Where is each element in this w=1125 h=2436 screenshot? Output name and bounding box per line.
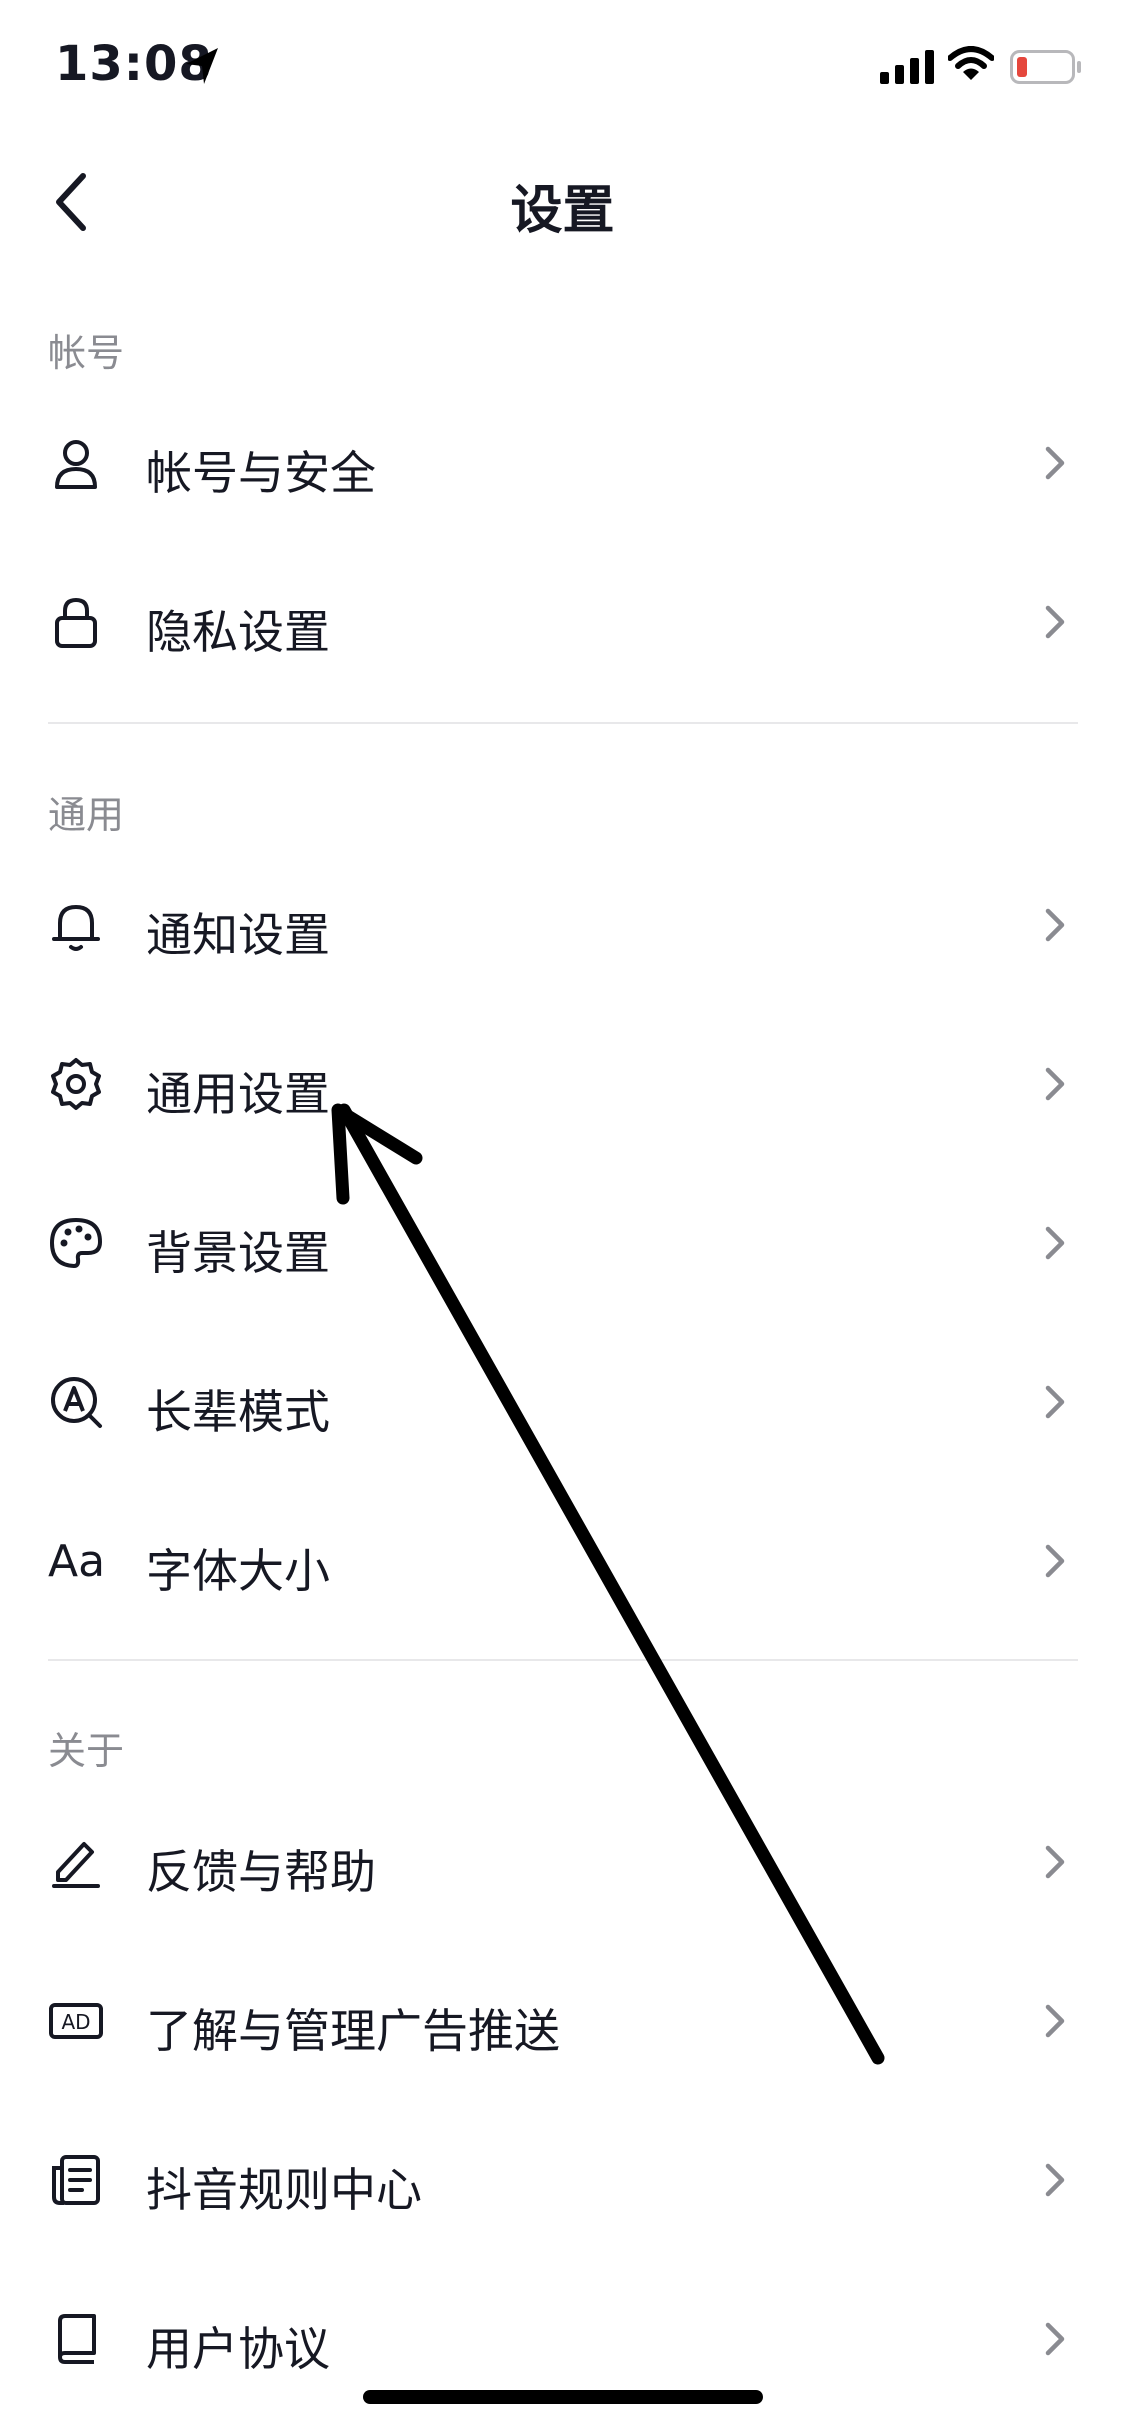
document-icon — [48, 2152, 104, 2208]
page-title: 设置 — [510, 181, 615, 241]
settings-item-label: 反馈与帮助 — [146, 1845, 376, 1899]
settings-item-label: 长辈模式 — [146, 1385, 330, 1439]
settings-item-background[interactable]: 背景设置 — [0, 1173, 1125, 1313]
settings-item-feedback[interactable]: 反馈与帮助 — [0, 1792, 1125, 1932]
chevron-right-icon — [1045, 908, 1065, 942]
book-icon — [48, 2311, 104, 2367]
settings-item-label: 背景设置 — [146, 1226, 330, 1280]
chevron-right-icon — [1045, 1385, 1065, 1419]
chevron-right-icon — [1045, 2163, 1065, 2197]
chevron-right-icon — [1045, 446, 1065, 480]
ad-icon: AD — [48, 1993, 104, 2049]
svg-text:AD: AD — [61, 2010, 90, 2034]
settings-item-label: 了解与管理广告推送 — [146, 2004, 560, 2058]
location-arrow-icon — [184, 46, 220, 90]
pencil-icon — [48, 1834, 104, 1890]
settings-item-ad-management[interactable]: AD 了解与管理广告推送 — [0, 1951, 1125, 2091]
settings-item-notifications[interactable]: 通知设置 — [0, 855, 1125, 995]
battery-low-icon — [1010, 50, 1082, 88]
elder-mode-icon — [48, 1374, 104, 1430]
settings-item-label: 通知设置 — [146, 908, 330, 962]
status-bar: 13:08 — [0, 0, 1125, 140]
chevron-right-icon — [1045, 1067, 1065, 1101]
chevron-right-icon — [1045, 1845, 1065, 1879]
chevron-right-icon — [1045, 1226, 1065, 1260]
settings-item-label: 字体大小 — [146, 1544, 330, 1598]
settings-item-rules-center[interactable]: 抖音规则中心 — [0, 2110, 1125, 2250]
settings-item-label: 帐号与安全 — [146, 446, 376, 500]
font-size-icon: Aa — [48, 1535, 106, 1587]
chevron-right-icon — [1045, 605, 1065, 639]
section-divider — [48, 722, 1078, 724]
settings-item-label: 用户协议 — [146, 2322, 330, 2376]
chevron-right-icon — [1045, 2322, 1065, 2356]
nav-bar: 设置 — [0, 140, 1125, 260]
home-indicator — [363, 2390, 763, 2404]
settings-item-elder-mode[interactable]: 长辈模式 — [0, 1332, 1125, 1472]
chevron-right-icon — [1045, 2004, 1065, 2038]
settings-item-user-agreement[interactable]: 用户协议 — [0, 2269, 1125, 2409]
palette-icon — [48, 1215, 104, 1271]
wifi-icon — [947, 46, 995, 86]
settings-item-label: 通用设置 — [146, 1067, 330, 1121]
section-header-general: 通用 — [48, 793, 125, 837]
lock-icon — [48, 594, 104, 650]
bell-icon — [48, 897, 104, 953]
user-icon — [48, 435, 104, 491]
settings-item-general[interactable]: 通用设置 — [0, 1014, 1125, 1154]
settings-item-font-size[interactable]: Aa 字体大小 — [0, 1491, 1125, 1631]
settings-item-label: 抖音规则中心 — [146, 2163, 422, 2217]
cellular-signal-icon — [880, 50, 936, 88]
settings-item-account-security[interactable]: 帐号与安全 — [0, 393, 1125, 533]
settings-item-label: 隐私设置 — [146, 605, 330, 659]
chevron-right-icon — [1045, 1544, 1065, 1578]
section-divider — [48, 1659, 1078, 1661]
gear-icon — [48, 1056, 104, 1112]
settings-screen: 13:08 设置 帐号 帐号与安全 隐私设置 通用 通知设置 通用设置 背景设置… — [0, 0, 1125, 2436]
section-header-about: 关于 — [48, 1729, 125, 1773]
section-header-account: 帐号 — [48, 331, 125, 375]
settings-item-privacy[interactable]: 隐私设置 — [0, 552, 1125, 692]
